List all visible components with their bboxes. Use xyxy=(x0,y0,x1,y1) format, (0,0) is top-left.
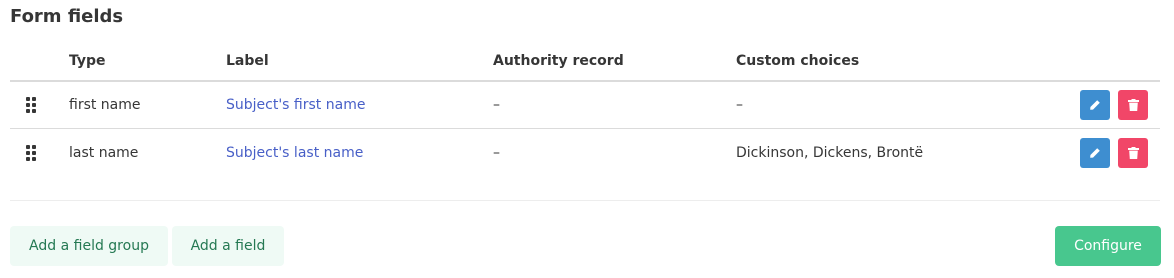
field-label-link[interactable]: Subject's first name xyxy=(226,82,365,128)
edit-button[interactable] xyxy=(1080,137,1110,168)
table-row: last name Subject's last name – Dickinso… xyxy=(10,129,1160,176)
table-row: first name Subject's first name – – xyxy=(10,82,1160,129)
form-fields-table: Type Label Authority record Custom choic… xyxy=(10,42,1160,176)
pencil-icon xyxy=(1090,100,1100,110)
pencil-icon xyxy=(1090,147,1100,158)
row-actions xyxy=(1080,82,1148,128)
add-field-button[interactable]: Add a field xyxy=(172,226,284,266)
drag-handle-icon[interactable] xyxy=(26,129,40,176)
header-custom-choices: Custom choices xyxy=(736,53,860,69)
trash-icon xyxy=(1127,99,1139,111)
field-custom-choices: Dickinson, Dickens, Brontë xyxy=(736,144,924,161)
field-label-link[interactable]: Subject's last name xyxy=(226,129,363,176)
row-actions xyxy=(1080,129,1148,176)
trash-icon xyxy=(1127,146,1139,159)
header-authority-record: Authority record xyxy=(493,53,624,69)
section-title: Form fields xyxy=(10,6,124,27)
configure-button[interactable]: Configure xyxy=(1055,226,1161,266)
drag-handle-icon[interactable] xyxy=(26,82,40,128)
header-type: Type xyxy=(69,53,106,69)
delete-button[interactable] xyxy=(1118,137,1148,168)
header-label: Label xyxy=(226,53,269,69)
section-divider xyxy=(10,200,1160,201)
field-authority-record: – xyxy=(493,97,500,113)
field-type: first name xyxy=(69,97,141,113)
field-authority-record: – xyxy=(493,144,500,161)
table-header-row: Type Label Authority record Custom choic… xyxy=(10,42,1160,82)
edit-button[interactable] xyxy=(1080,90,1110,120)
field-type: last name xyxy=(69,144,139,161)
delete-button[interactable] xyxy=(1118,90,1148,120)
field-custom-choices: – xyxy=(736,97,743,113)
add-field-group-button[interactable]: Add a field group xyxy=(10,226,168,266)
